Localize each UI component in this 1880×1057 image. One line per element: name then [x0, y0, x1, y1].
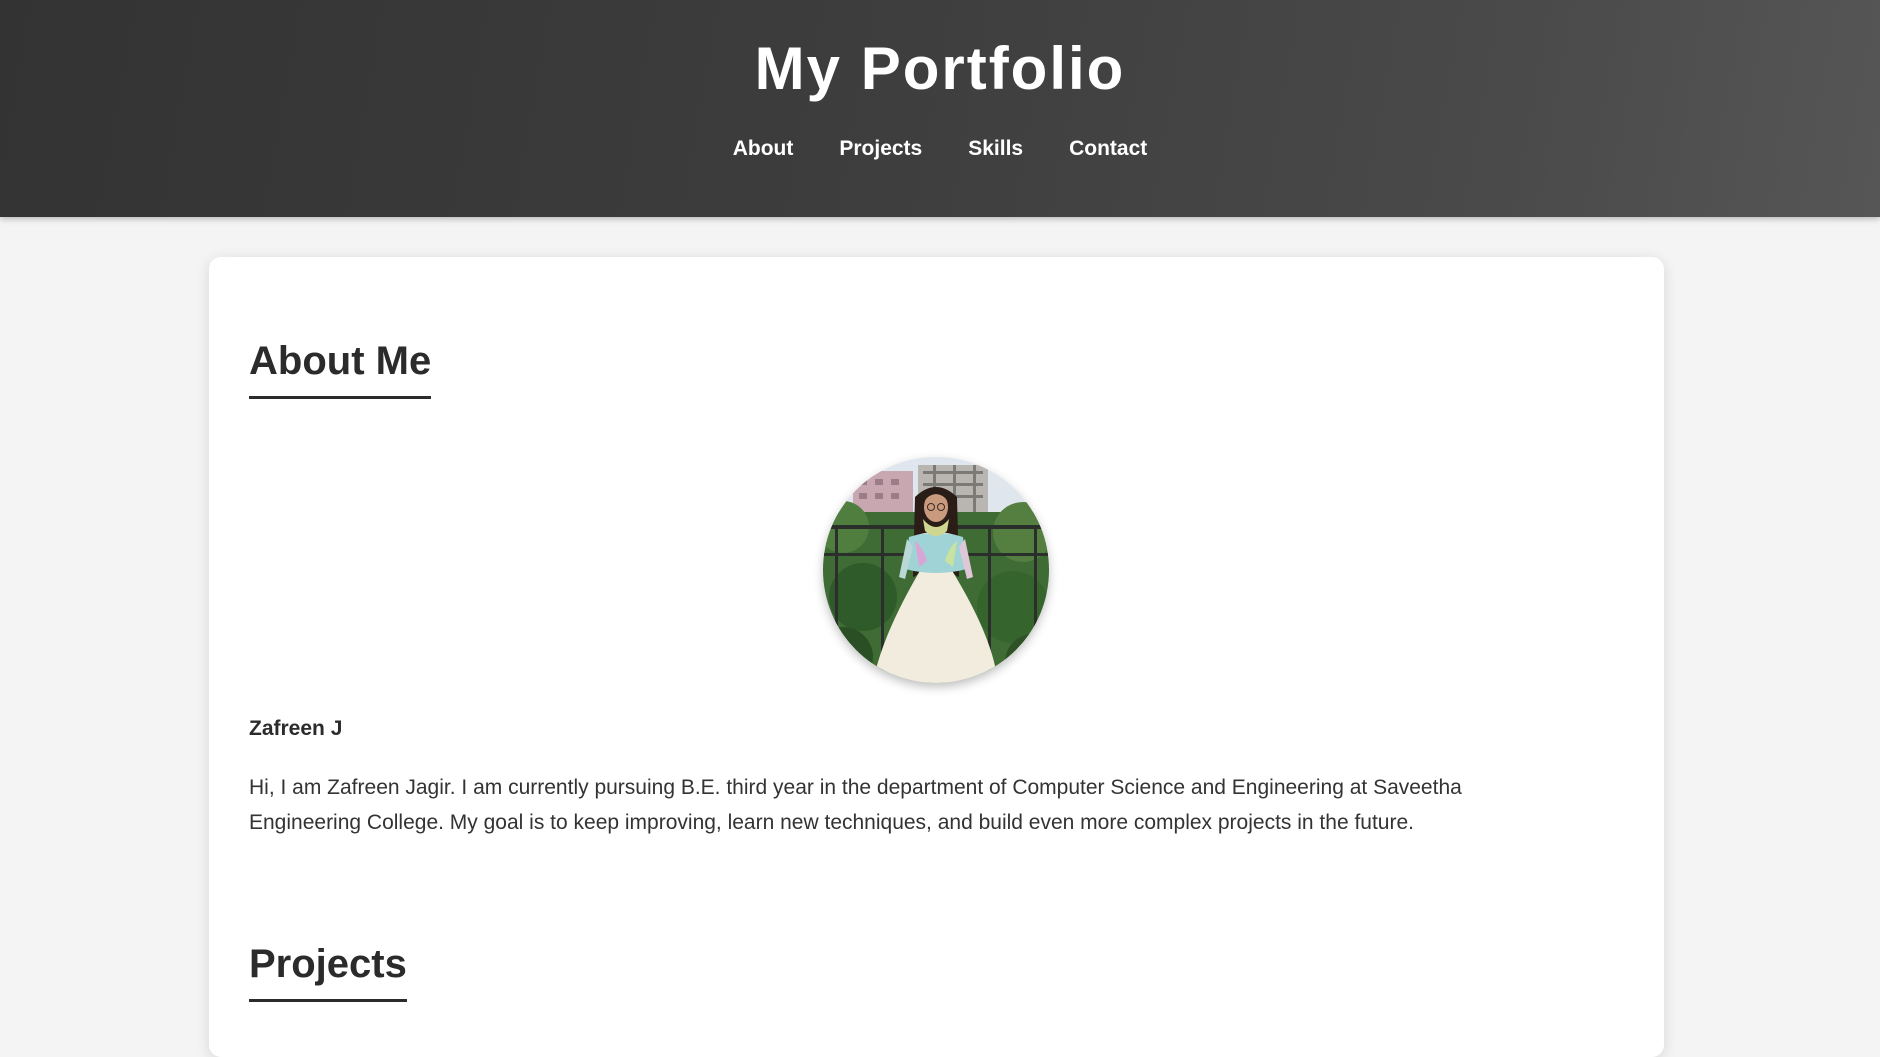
content-card: About Me Zafreen J Hi, I am Zafreen Jagi…: [209, 257, 1664, 1057]
person-name: Zafreen J: [249, 717, 343, 740]
profile-photo: [823, 457, 1049, 683]
nav-link-about[interactable]: About: [733, 137, 794, 161]
projects-heading: Projects: [249, 942, 407, 1002]
about-heading: About Me: [249, 339, 432, 399]
main-nav: About Projects Skills Contact: [0, 137, 1880, 161]
site-header: My Portfolio About Projects Skills Conta…: [0, 0, 1880, 217]
bio-paragraph: Hi, I am Zafreen Jagir. I am currently p…: [249, 776, 1462, 834]
site-title: My Portfolio: [754, 35, 1126, 102]
nav-link-projects[interactable]: Projects: [839, 137, 922, 161]
nav-link-skills[interactable]: Skills: [968, 137, 1023, 161]
nav-link-contact[interactable]: Contact: [1069, 137, 1147, 161]
